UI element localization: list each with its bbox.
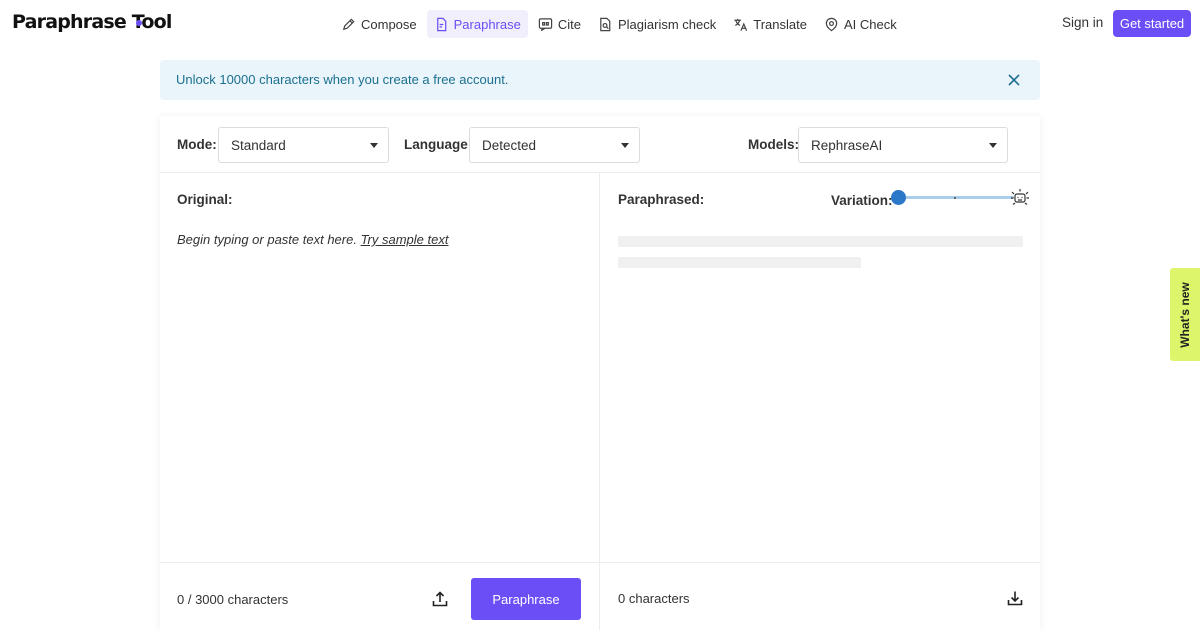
language-select[interactable]: Detected [469,127,640,163]
download-icon[interactable] [1006,589,1024,607]
quote-bubble-icon [538,17,553,31]
models-value: RephraseAI [811,138,883,153]
ai-shield-icon [825,17,838,31]
nav-label: Compose [361,16,417,32]
chevron-down-icon [989,143,997,148]
nav-label: Plagiarism check [617,16,717,32]
loading-skeleton-line [618,236,1023,247]
nav-label: AI Check [843,16,897,32]
nav-label: Cite [557,16,581,32]
chevron-down-icon [370,143,378,148]
original-char-count: 0 / 3000 characters [177,592,289,607]
logo-dot [136,20,142,26]
sign-in-link[interactable]: Sign in [1062,15,1103,30]
paraphraser-card [160,116,1040,630]
banner-text: Unlock 10000 characters when you create … [176,72,509,87]
original-text-input[interactable]: Begin typing or paste text here. Try sam… [177,232,448,247]
mode-value: Standard [231,138,286,153]
nav-item-ai-check[interactable]: AI Check [817,10,904,38]
nav-item-paraphrase[interactable]: Paraphrase [426,10,528,38]
variation-slider-thumb[interactable] [891,190,906,205]
loading-skeleton-line [618,257,861,268]
get-started-button[interactable]: Get started [1113,10,1191,37]
divider [160,562,1040,563]
mode-label: Mode: [177,137,217,152]
app-logo[interactable]: Paraphrase Tool [12,11,172,33]
original-pane-title: Original: [177,192,233,207]
language-label: Language: [404,137,473,152]
slider-tick [954,197,956,199]
creative-face-icon [1011,189,1029,205]
paraphrase-button[interactable]: Paraphrase [471,578,581,620]
mode-select[interactable]: Standard [218,127,389,163]
upload-icon[interactable] [431,590,449,608]
nav-item-plagiarism-check[interactable]: Plagiarism check [591,10,723,38]
models-select[interactable]: RephraseAI [798,127,1008,163]
paraphrased-char-count: 0 characters [618,591,690,606]
language-value: Detected [482,138,537,153]
paraphrased-pane-title: Paraphrased: [618,192,705,207]
document-edit-icon [436,17,446,31]
pencil-icon [342,17,355,30]
whats-new-label: What's new [1178,281,1192,348]
nav-item-compose[interactable]: Compose [334,10,424,38]
models-label: Models: [748,137,800,152]
nav-label: Translate [753,16,807,32]
variation-label: Variation: [831,193,893,208]
variation-slider[interactable] [898,196,1014,199]
divider [160,172,1040,173]
input-placeholder: Begin typing or paste text here. [177,232,357,247]
nav-item-cite[interactable]: Cite [531,10,588,38]
nav-item-translate[interactable]: Translate [726,10,814,38]
translate-icon [734,18,748,31]
whats-new-tab[interactable]: What's new [1170,268,1200,361]
nav-label: Paraphrase [453,16,521,32]
close-icon[interactable] [1006,72,1022,88]
signup-banner: Unlock 10000 characters when you create … [160,60,1040,100]
document-search-icon [600,17,611,31]
try-sample-text-link[interactable]: Try sample text [361,232,449,247]
main-nav: Compose Paraphrase Cite Plagiarism check… [334,10,907,38]
top-navigation-bar: Paraphrase Tool Compose Paraphrase Cite … [0,0,1200,46]
chevron-down-icon [621,143,629,148]
